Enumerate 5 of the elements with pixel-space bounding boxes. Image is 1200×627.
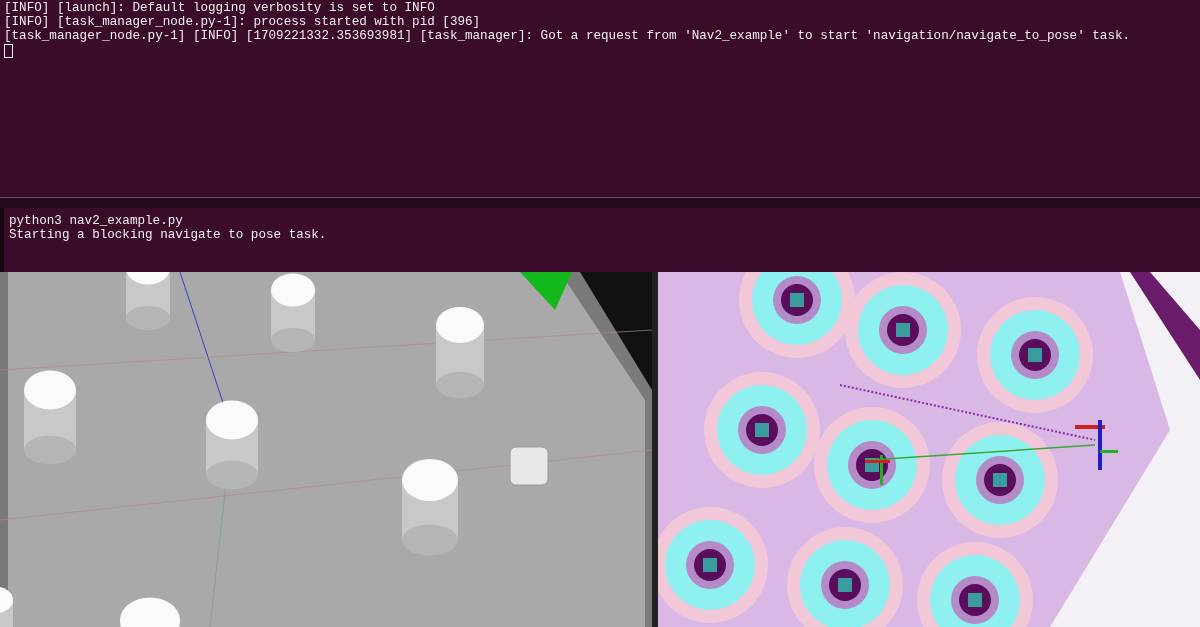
terminal-line: [INFO] [launch]: Default logging verbosity is set to INFO xyxy=(4,1,435,15)
terminal-line: [INFO] [task_manager_node.py-1]: process started with pid [396] xyxy=(4,15,481,29)
terminal-line: [task_manager_node.py-1] [INFO] [1709221332.353693981] [task_manager]: Got a request from 'Nav2_example' to start 'navigation/navigate_to_pose' task. xyxy=(4,29,1131,43)
terminal-line: Starting a blocking navigate to pose task. xyxy=(9,228,327,242)
terminal-line: python3 nav2_example.py xyxy=(9,214,183,228)
